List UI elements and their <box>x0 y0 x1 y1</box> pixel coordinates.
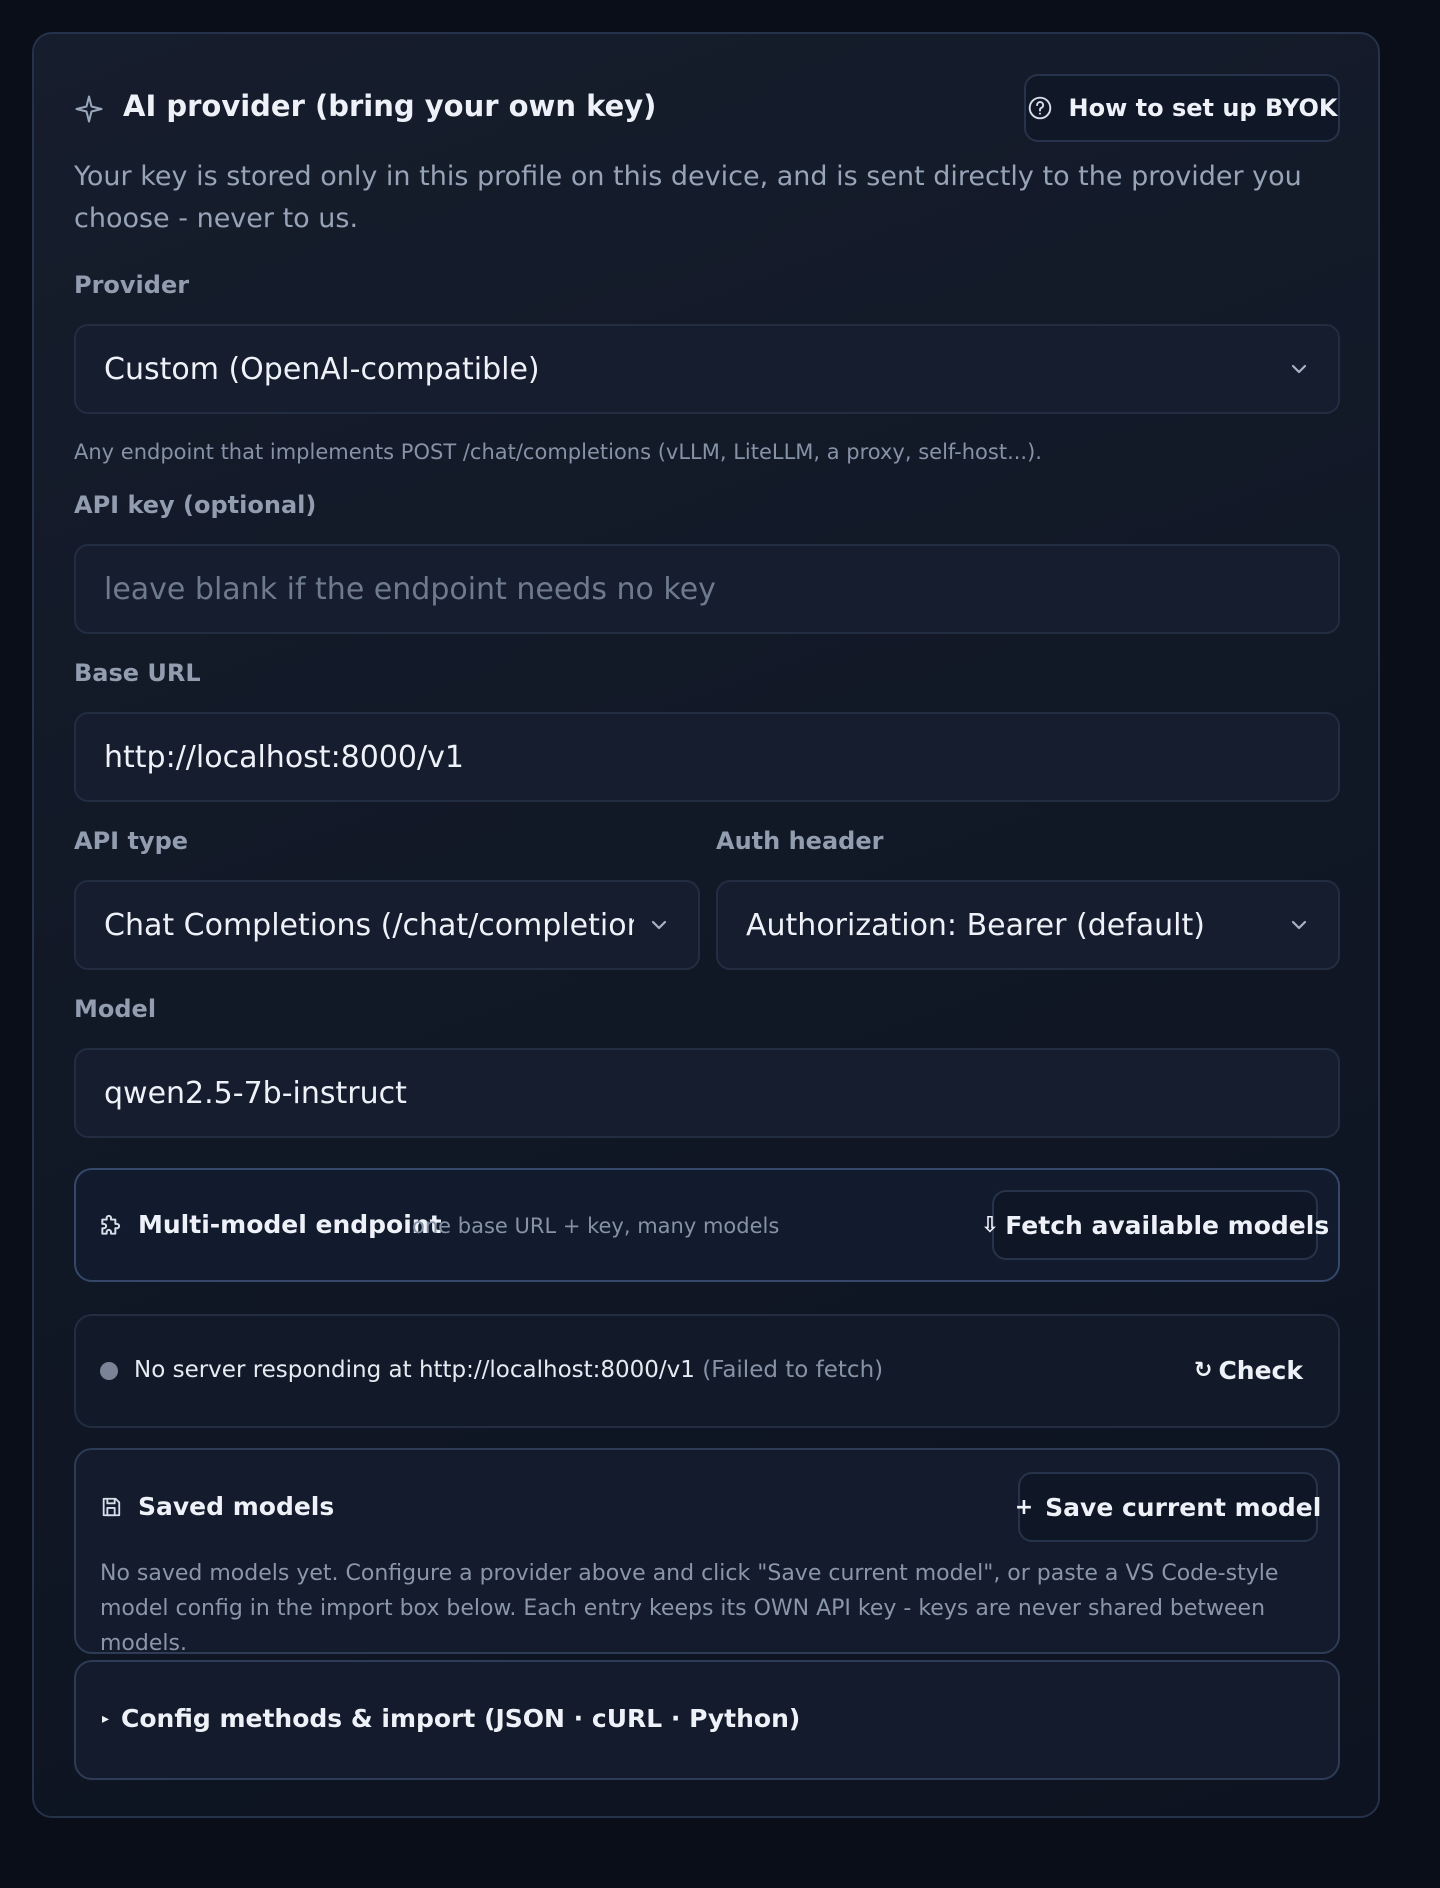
server-status-text: No server responding at http://localhost… <box>134 1357 883 1383</box>
config-import-label: Config methods & import (JSON · cURL · P… <box>121 1704 801 1733</box>
provider-select-value: Custom (OpenAI-compatible) <box>104 351 540 387</box>
disclosure-triangle-icon: ▸ <box>102 1710 110 1727</box>
save-current-model-label: Save current model <box>1045 1492 1322 1522</box>
fetch-models-label: Fetch available models <box>1005 1210 1330 1240</box>
multi-model-title: Multi-model endpoint <box>138 1210 442 1239</box>
privacy-description: Your key is stored only in this profile … <box>74 161 1302 234</box>
help-circle-icon <box>1028 96 1051 120</box>
refresh-icon: ↻ <box>1194 1358 1213 1383</box>
check-button[interactable]: ↻ Check <box>1194 1356 1303 1385</box>
api-type-select[interactable]: Chat Completions (/chat/completions) <box>74 880 700 970</box>
status-dot <box>100 1362 118 1380</box>
api-key-label: API key (optional) <box>74 491 317 519</box>
auth-header-value: Authorization: Bearer (default) <box>746 907 1205 943</box>
plus-icon: + <box>1014 1494 1034 1520</box>
ai-provider-card: AI provider (bring your own key) How to … <box>32 32 1380 1818</box>
model-label: Model <box>74 995 157 1023</box>
saved-models-empty-text: No saved models yet. Configure a provide… <box>100 1561 1279 1656</box>
provider-hint: Any endpoint that implements POST /chat/… <box>74 440 1042 464</box>
chevron-down-icon <box>1291 920 1307 930</box>
api-key-placeholder: leave blank if the endpoint needs no key <box>104 571 716 607</box>
base-url-input[interactable]: http://localhost:8000/v1 <box>74 712 1340 802</box>
chevron-down-icon <box>651 920 667 930</box>
chevron-down-icon <box>1291 364 1307 374</box>
base-url-label: Base URL <box>74 659 201 687</box>
sparkle-icon <box>75 95 103 123</box>
setup-byok-help-button[interactable]: How to set up BYOK <box>1024 74 1340 142</box>
status-error: (Failed to fetch) <box>702 1357 884 1383</box>
api-key-input[interactable]: leave blank if the endpoint needs no key <box>74 544 1340 634</box>
puzzle-icon <box>101 1214 121 1235</box>
base-url-value: http://localhost:8000/v1 <box>104 739 464 775</box>
provider-select[interactable]: Custom (OpenAI-compatible) <box>74 324 1340 414</box>
auth-header-label: Auth header <box>716 827 884 855</box>
save-icon <box>102 1497 121 1517</box>
download-arrow-icon: ⇩ <box>980 1212 1000 1238</box>
page-title: AI provider (bring your own key) <box>123 89 657 123</box>
save-current-model-button[interactable]: + Save current model <box>1014 1472 1322 1542</box>
api-type-label: API type <box>74 827 189 855</box>
model-input[interactable]: qwen2.5-7b-instruct <box>74 1048 1340 1138</box>
auth-header-select[interactable]: Authorization: Bearer (default) <box>716 880 1340 970</box>
config-import-toggle[interactable]: ▸ Config methods & import (JSON · cURL ·… <box>102 1704 800 1733</box>
model-value: qwen2.5-7b-instruct <box>104 1075 407 1111</box>
provider-label: Provider <box>74 271 190 299</box>
multi-model-subtitle: one base URL + key, many models <box>412 1214 780 1238</box>
fetch-models-button[interactable]: ⇩ Fetch available models <box>981 1190 1329 1260</box>
saved-models-title: Saved models <box>138 1492 335 1521</box>
api-type-value: Chat Completions (/chat/completions) <box>104 907 634 943</box>
check-button-label: Check <box>1218 1356 1303 1385</box>
help-button-label: How to set up BYOK <box>1068 94 1338 122</box>
status-message: No server responding at http://localhost… <box>134 1357 695 1383</box>
